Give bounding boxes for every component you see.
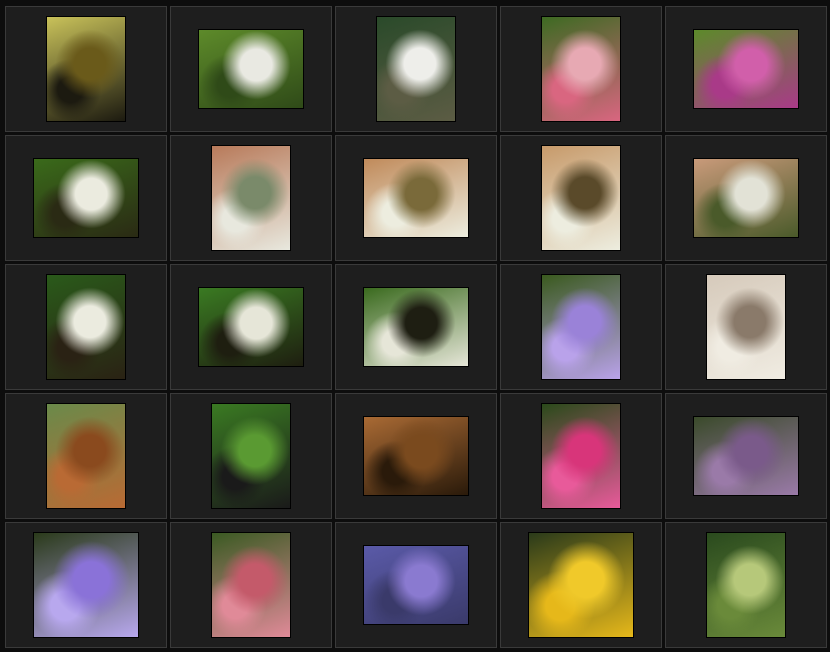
thumbnail-cell[interactable]: [170, 135, 332, 261]
thumbnail-cell[interactable]: [5, 6, 167, 132]
white-flower-cluster-photo[interactable]: [707, 275, 785, 379]
bumblebee-on-white-flowers-photo[interactable]: [47, 275, 125, 379]
bee-on-flowers-wall-photo[interactable]: [694, 159, 798, 237]
bee-with-brick-background-photo[interactable]: [212, 146, 290, 250]
thumbnail-cell[interactable]: [5, 135, 167, 261]
bee-closeup-brick-photo[interactable]: [364, 159, 468, 237]
thumbnail-cell[interactable]: [335, 264, 497, 390]
allium-flower-photo[interactable]: [694, 417, 798, 495]
thumbnail-cell[interactable]: [665, 6, 827, 132]
thumbnail-cell[interactable]: [665, 135, 827, 261]
bee-on-white-flowers-photo[interactable]: [34, 159, 138, 237]
thumbnail-cell[interactable]: [500, 135, 662, 261]
pink-flowers-photo[interactable]: [542, 17, 620, 121]
thumbnail-cell[interactable]: [5, 522, 167, 648]
turtle-photo[interactable]: [47, 17, 125, 121]
geese-on-grass-photo[interactable]: [199, 30, 303, 108]
pink-petunias-photo[interactable]: [542, 404, 620, 508]
thumbnail-cell[interactable]: [170, 522, 332, 648]
red-valerian-photo[interactable]: [212, 533, 290, 637]
purple-clematis-closeup-photo[interactable]: [34, 533, 138, 637]
thumbnail-cell[interactable]: [170, 393, 332, 519]
thumbnail-cell[interactable]: [5, 393, 167, 519]
purple-clematis-photo[interactable]: [542, 275, 620, 379]
thumbnail-cell[interactable]: [335, 393, 497, 519]
dog-portrait-photo[interactable]: [47, 404, 125, 508]
green-hellebore-photo[interactable]: [707, 533, 785, 637]
thumbnail-cell[interactable]: [5, 264, 167, 390]
thumbnail-cell[interactable]: [335, 6, 497, 132]
thumbnail-cell[interactable]: [170, 6, 332, 132]
purple-blossoms-photo[interactable]: [364, 546, 468, 624]
bee-hovering-photo[interactable]: [542, 146, 620, 250]
thumbnail-cell[interactable]: [500, 393, 662, 519]
thumbnail-cell[interactable]: [335, 135, 497, 261]
thumbnail-cell[interactable]: [665, 393, 827, 519]
thumbnail-cell[interactable]: [665, 522, 827, 648]
yellow-daisies-photo[interactable]: [529, 533, 633, 637]
dog-eye-closeup-photo[interactable]: [364, 417, 468, 495]
thumbnail-cell[interactable]: [500, 522, 662, 648]
thumbnail-cell[interactable]: [665, 264, 827, 390]
thumbnail-cell[interactable]: [170, 264, 332, 390]
thumbnail-cell[interactable]: [500, 264, 662, 390]
bumblebee-closeup-photo[interactable]: [364, 288, 468, 366]
bumblebee-leaves-photo[interactable]: [199, 288, 303, 366]
thumbnail-cell[interactable]: [500, 6, 662, 132]
thumbnail-cell[interactable]: [335, 522, 497, 648]
thumbnail-grid: [5, 6, 827, 648]
swans-on-water-photo[interactable]: [377, 17, 455, 121]
magpie-on-grass-photo[interactable]: [212, 404, 290, 508]
magenta-flowers-photo[interactable]: [694, 30, 798, 108]
